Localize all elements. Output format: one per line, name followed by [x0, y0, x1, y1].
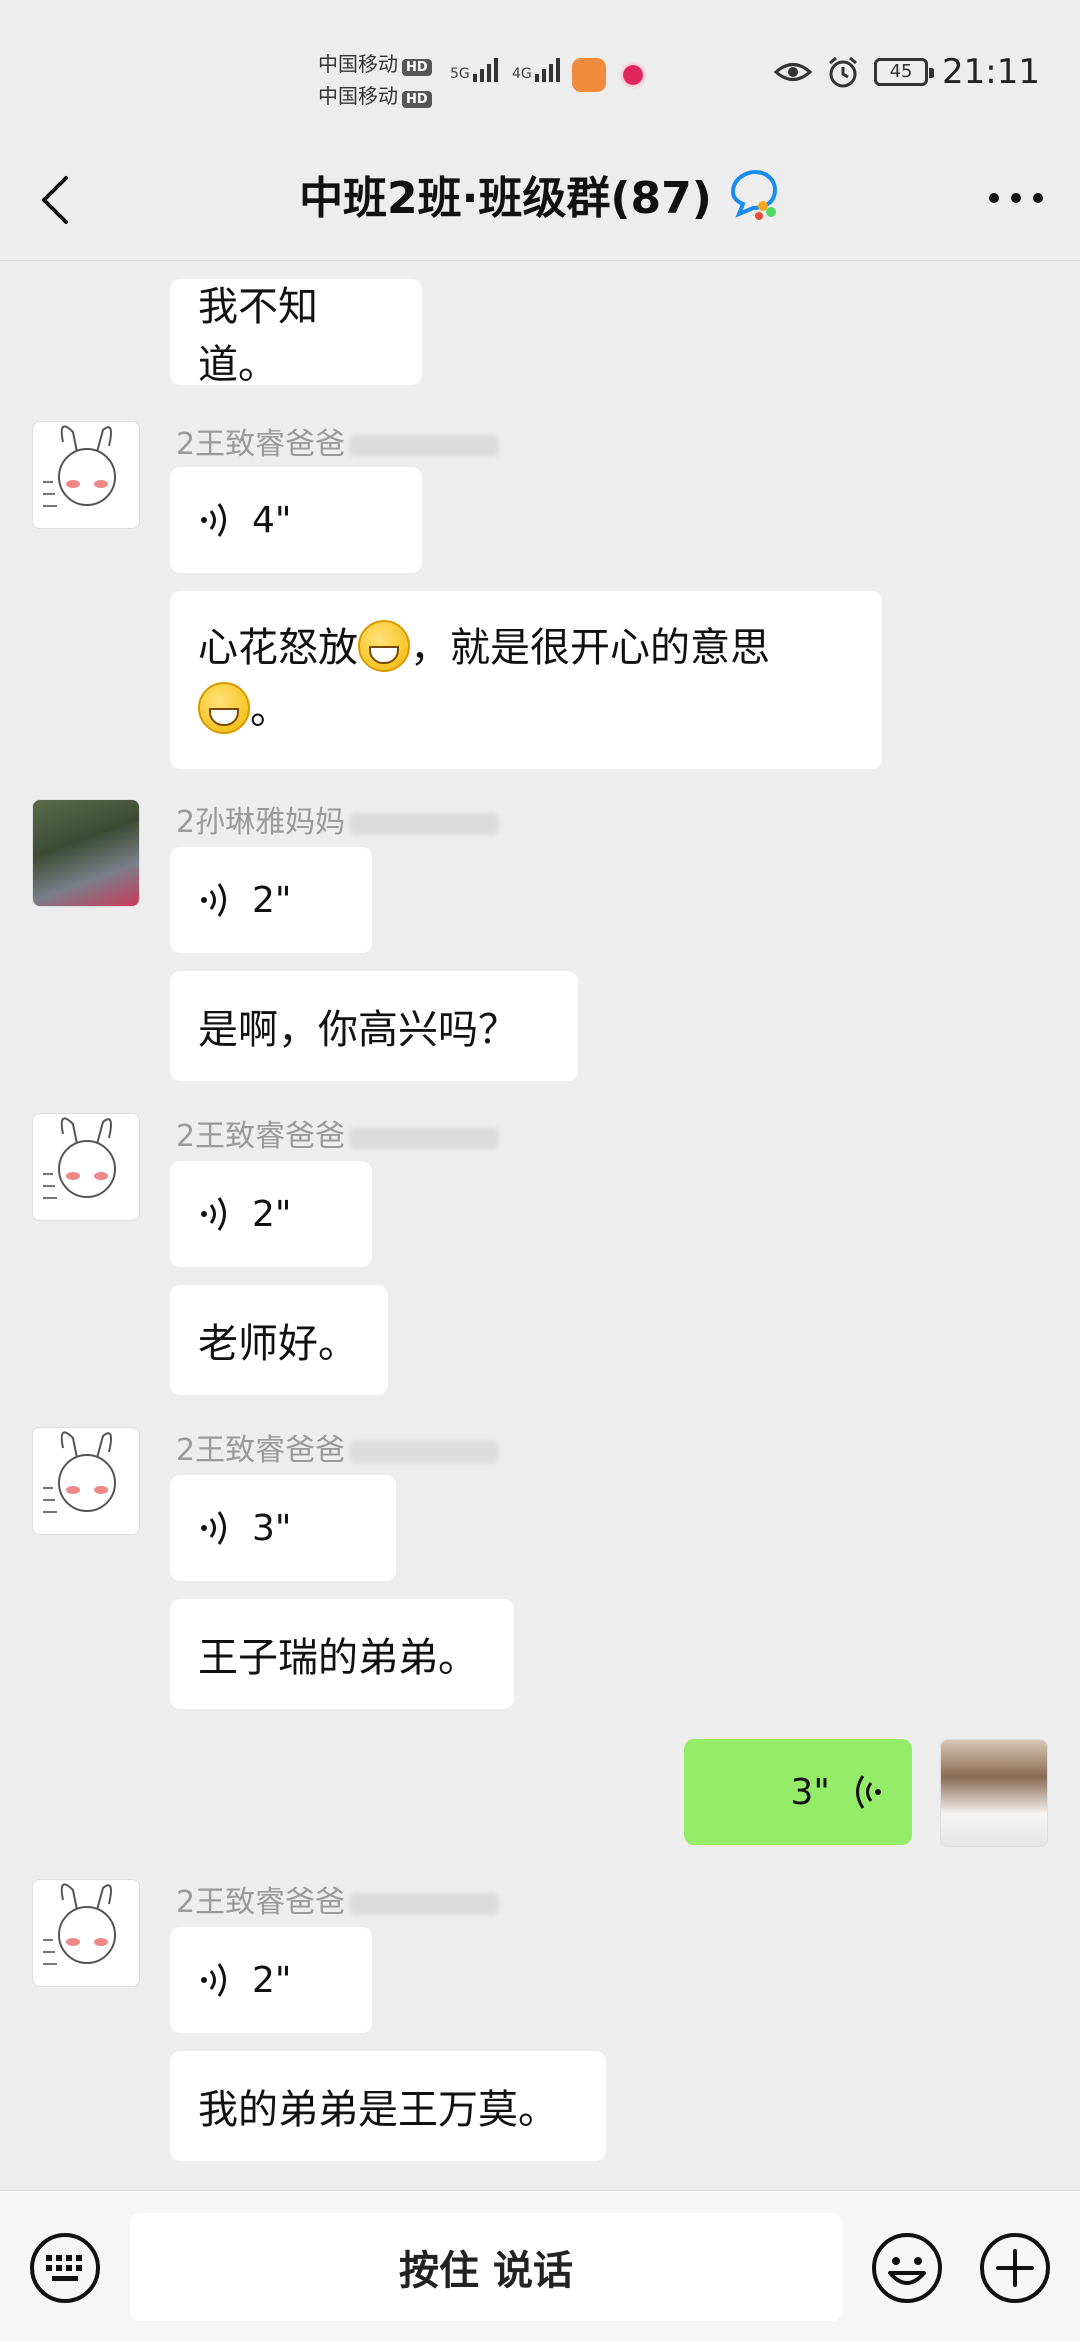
rabbit-avatar-image: [43, 1883, 116, 1965]
redacted-phone: [349, 1440, 500, 1463]
avatar-cartoon-rabbit[interactable]: [32, 1113, 140, 1221]
hd-badge-2: HD: [402, 91, 432, 108]
avatar-photo[interactable]: [32, 799, 140, 907]
input-bar: 按住 说话: [0, 2190, 1080, 2341]
message-text: 我的弟弟是王万莫。: [198, 2087, 558, 2133]
enterprise-chat-icon: [730, 169, 777, 220]
sender-name: 2孙琳雅妈妈: [176, 797, 500, 841]
sender-name: 2王致睿爸爸: [176, 1877, 500, 1921]
health-app-icon: [572, 58, 606, 92]
more-options-icon[interactable]: [986, 190, 1046, 206]
message-bubble-text[interactable]: 心花怒放 ，就是很开心的意思 。: [170, 591, 882, 769]
battery-icon: 45: [874, 58, 935, 86]
eye-comfort-icon: [774, 63, 813, 81]
grin-emoji-icon: [198, 682, 250, 734]
voice-message-bubble[interactable]: 2": [170, 847, 372, 953]
rabbit-avatar-image: [43, 1117, 116, 1199]
voice-message-bubble[interactable]: 2": [170, 1927, 372, 2033]
chat-header: 中班2班·班级群(87): [0, 140, 1080, 261]
message-text-part-3: 。: [250, 687, 290, 733]
rabbit-avatar-image: [43, 1431, 116, 1513]
voice-duration: 2": [252, 1959, 292, 2001]
redacted-phone: [349, 1126, 500, 1149]
status-time: 21:11: [942, 52, 1040, 92]
message-bubble-text[interactable]: 我的弟弟是王万莫。: [170, 2051, 606, 2161]
signal-4g-icon: 4G: [512, 58, 560, 82]
sender-label: 2王致睿爸爸: [176, 1119, 346, 1154]
voice-duration: 3": [790, 1771, 830, 1813]
voice-duration: 3": [252, 1507, 292, 1549]
notification-app-icon: [616, 58, 650, 92]
message-list[interactable]: 我不知道。 2王致睿爸爸 4" 心花怒放 ，就是很开心的意思 。 2孙琳雅妈妈: [0, 261, 1080, 2190]
status-bar: 中国移动 HD 中国移动 HD 5G 4G 45 21:11: [0, 0, 1080, 140]
keyboard-toggle-icon[interactable]: [28, 2231, 102, 2305]
voice-wave-icon: [201, 503, 226, 537]
title-wrap: 中班2班·班级群(87): [0, 162, 1080, 226]
grin-emoji-icon: [358, 620, 410, 672]
voice-wave-icon: [201, 1511, 226, 1545]
emoji-icon[interactable]: [870, 2231, 944, 2305]
message-text-part-1: 心花怒放: [198, 625, 358, 671]
carrier-1: 中国移动 HD: [318, 48, 432, 77]
avatar-self[interactable]: [940, 1739, 1048, 1847]
avatar-cartoon-rabbit[interactable]: [32, 421, 140, 529]
hold-to-talk-button[interactable]: 按住 说话: [130, 2213, 842, 2321]
avatar-cartoon-rabbit[interactable]: [32, 1879, 140, 1987]
alarm-icon: [829, 56, 857, 88]
chat-title: 中班2班·班级群(87): [299, 173, 712, 224]
avatar-cartoon-rabbit[interactable]: [32, 1427, 140, 1535]
sender-label: 2王致睿爸爸: [176, 1885, 346, 1920]
message-bubble-text[interactable]: 王子瑞的弟弟。: [170, 1599, 514, 1709]
voice-duration: 2": [252, 1193, 292, 1235]
carrier-2: 中国移动 HD: [318, 80, 432, 109]
sender-label: 2王致睿爸爸: [176, 1433, 346, 1468]
net-type-2: 4G: [512, 66, 532, 82]
message-text-part-2: ，就是很开心的意思: [410, 625, 770, 671]
net-type-1: 5G: [450, 66, 470, 82]
message-bubble-text[interactable]: 老师好。: [170, 1285, 388, 1395]
hold-to-talk-label: 按住 说话: [399, 2248, 573, 2294]
voice-wave-icon: [201, 1963, 226, 1997]
redacted-phone: [349, 812, 500, 835]
sender-name: 2王致睿爸爸: [176, 1111, 500, 1155]
rabbit-avatar-image: [43, 425, 116, 507]
voice-message-bubble[interactable]: 2": [170, 1161, 372, 1267]
battery-level: 45: [889, 61, 913, 82]
message-text: 是啊，你高兴吗？: [198, 1007, 518, 1053]
sender-label: 2孙琳雅妈妈: [176, 805, 346, 840]
message-bubble-text[interactable]: 我不知道。: [170, 279, 422, 388]
message-text: 老师好。: [198, 1321, 358, 1367]
voice-wave-icon: [201, 1197, 226, 1231]
message-text: 我不知道。: [198, 284, 318, 388]
message-text: 王子瑞的弟弟。: [198, 1635, 478, 1681]
voice-duration: 2": [252, 879, 292, 921]
carrier-2-label: 中国移动: [318, 84, 398, 108]
redacted-phone: [349, 1892, 500, 1915]
sender-name: 2王致睿爸爸: [176, 1425, 500, 1469]
sender-name: 2王致睿爸爸: [176, 419, 500, 463]
voice-message-bubble[interactable]: 4": [170, 467, 422, 573]
voice-duration: 4": [252, 499, 292, 541]
sender-label: 2王致睿爸爸: [176, 427, 346, 462]
hd-badge-1: HD: [402, 59, 432, 76]
carrier-1-label: 中国移动: [318, 52, 398, 76]
voice-wave-icon: [856, 1775, 881, 1809]
voice-wave-icon: [201, 883, 226, 917]
signal-5g-icon: 5G: [450, 58, 498, 82]
plus-icon[interactable]: [978, 2231, 1052, 2305]
voice-message-bubble[interactable]: 3": [170, 1475, 396, 1581]
voice-message-bubble-self[interactable]: 3": [684, 1739, 912, 1845]
message-bubble-text[interactable]: 是啊，你高兴吗？: [170, 971, 578, 1081]
redacted-phone: [349, 434, 500, 457]
